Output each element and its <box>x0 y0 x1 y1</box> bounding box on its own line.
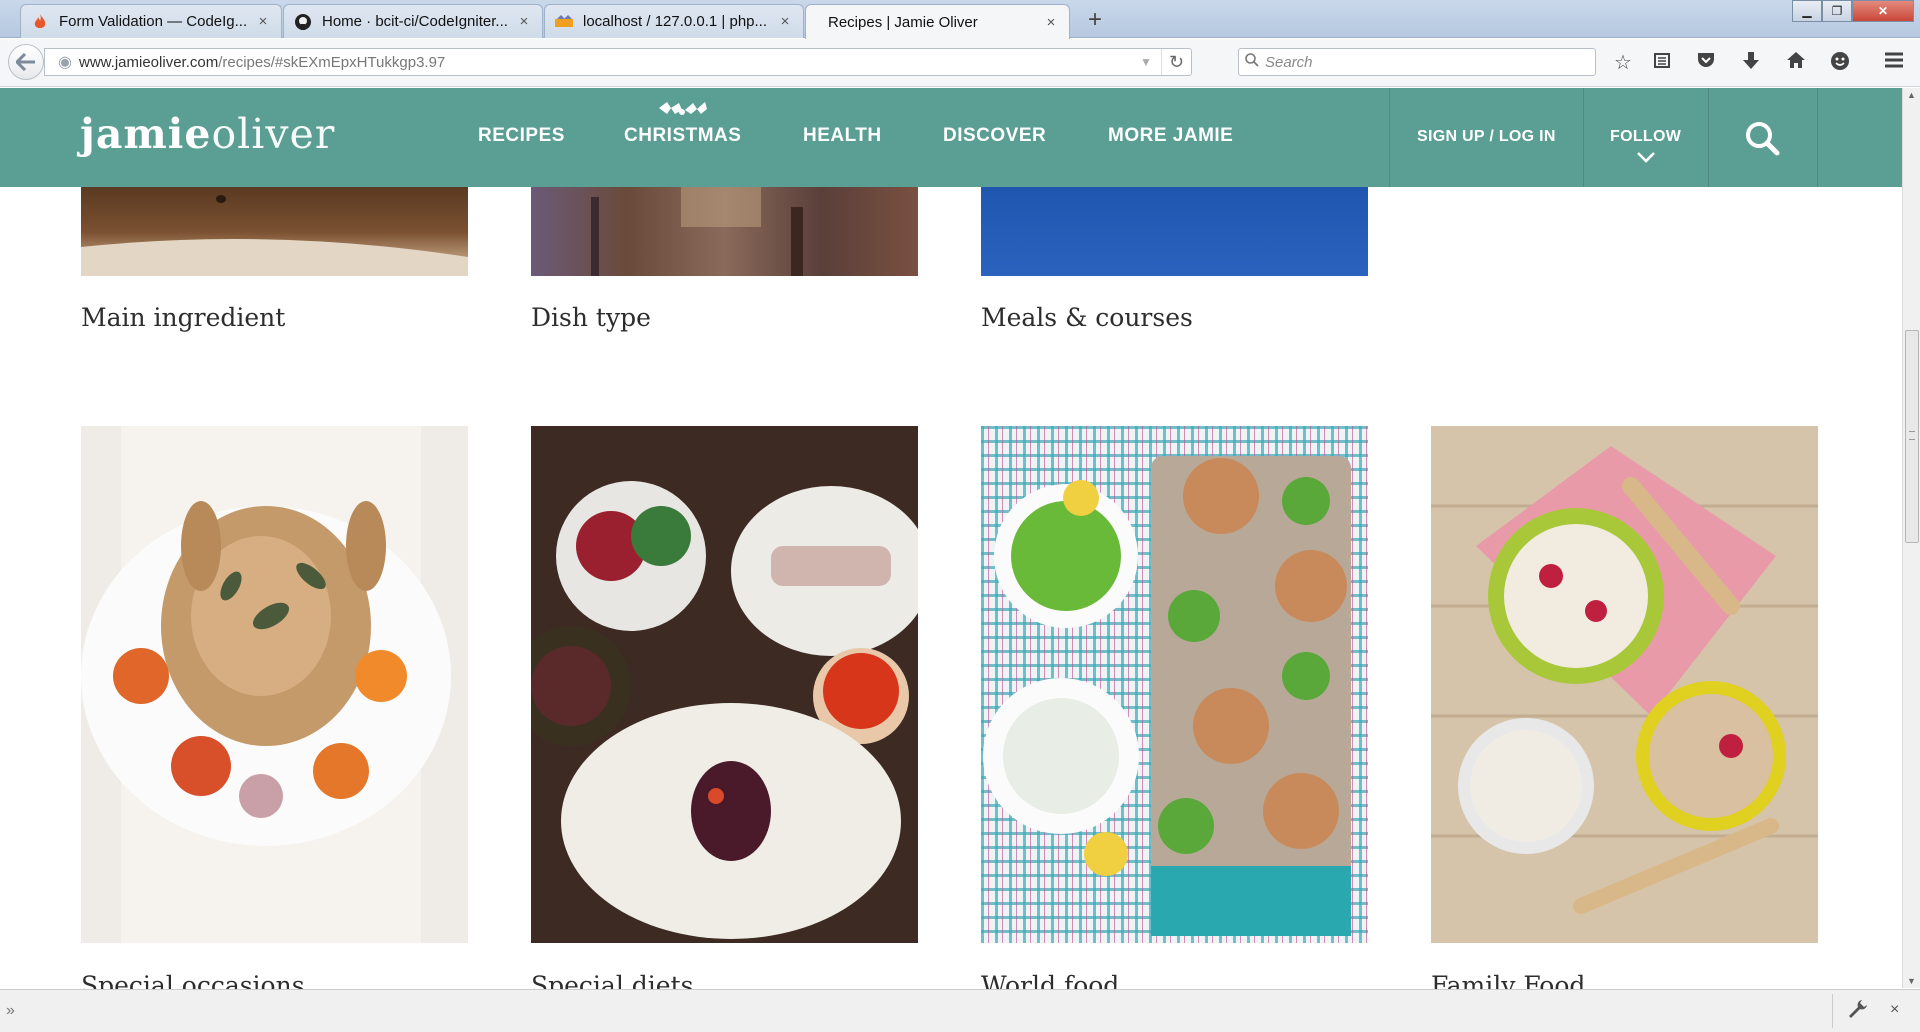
close-icon[interactable]: × <box>1890 1001 1899 1019</box>
tab-label: Home · bcit-ci/CodeIgniter... <box>322 13 508 30</box>
site-header: jamieoliver RECIPES CHRISTMAS HEALTH DIS… <box>0 88 1902 187</box>
browser-tab-bar: Form Validation — CodeIg... × Home · bci… <box>0 0 1920 39</box>
pocket-icon[interactable] <box>1693 51 1719 75</box>
scrollbar-thumb[interactable] <box>1905 330 1919 543</box>
close-icon[interactable]: × <box>1043 14 1059 31</box>
holly-icon <box>659 102 707 115</box>
jamie-oliver-logo[interactable]: jamieoliver <box>80 110 335 158</box>
category-image-special-occasions[interactable] <box>81 426 468 943</box>
page-scrollbar[interactable]: ▲ ▼ <box>1902 88 1920 988</box>
category-title[interactable]: Special diets <box>531 971 693 989</box>
close-icon[interactable]: × <box>777 13 793 30</box>
header-divider <box>1389 88 1390 187</box>
url-text[interactable]: www.jamieoliver.com/recipes/#skEXmEpxHTu… <box>79 54 1131 71</box>
tab-form-validation[interactable]: Form Validation — CodeIg... × <box>20 4 282 38</box>
tab-label: localhost / 127.0.0.1 | php... <box>583 13 768 30</box>
url-path: /recipes/#skEXmEpxHTukkgp3.97 <box>218 53 446 71</box>
tab-phpmyadmin[interactable]: localhost / 127.0.0.1 | php... × <box>544 4 804 38</box>
recipe-categories: Main ingredient Dish type Meals & course… <box>0 187 1902 989</box>
address-bar[interactable]: ◉ www.jamieoliver.com/recipes/#skEXmEpxH… <box>44 48 1192 76</box>
menu-icon[interactable] <box>1881 51 1907 75</box>
url-host: www.jamieoliver.com <box>79 53 219 71</box>
minimize-button[interactable]: ▁ <box>1792 0 1822 22</box>
search-icon <box>1239 53 1265 71</box>
maximize-button[interactable]: ❐ <box>1822 0 1852 22</box>
globe-icon: ◉ <box>58 54 72 71</box>
arrow-left-icon <box>16 53 35 71</box>
nav-recipes[interactable]: RECIPES <box>478 125 565 147</box>
logo-bold: jamie <box>80 110 212 158</box>
home-icon[interactable] <box>1783 51 1809 75</box>
category-title[interactable]: Main ingredient <box>81 303 285 332</box>
tab-recipes[interactable]: Recipes | Jamie Oliver × <box>805 4 1070 39</box>
nav-christmas[interactable]: CHRISTMAS <box>624 125 741 147</box>
chevron-down-icon[interactable]: ▼ <box>1131 55 1161 69</box>
back-button[interactable] <box>8 44 44 80</box>
category-image-special-diets[interactable] <box>531 426 918 943</box>
tab-github[interactable]: Home · bcit-ci/CodeIgniter... × <box>283 4 543 38</box>
category-title[interactable]: Family Food <box>1431 971 1585 989</box>
header-divider <box>1817 88 1818 187</box>
search-input[interactable] <box>1265 53 1595 71</box>
category-title[interactable]: Special occasions <box>81 971 305 989</box>
header-divider <box>1708 88 1709 187</box>
download-icon[interactable] <box>1738 51 1764 75</box>
social-icon[interactable] <box>1827 51 1853 75</box>
header-divider <box>1583 88 1584 187</box>
close-icon[interactable]: × <box>255 13 271 30</box>
category-image-main-ingredient[interactable] <box>81 187 468 276</box>
search-icon[interactable] <box>1744 120 1780 156</box>
nav-discover[interactable]: DISCOVER <box>943 125 1046 147</box>
nav-more-jamie[interactable]: MORE JAMIE <box>1108 125 1233 147</box>
phpmyadmin-icon <box>555 13 573 31</box>
double-chevron-right-icon[interactable]: » <box>6 1002 15 1020</box>
browser-search-box[interactable] <box>1238 48 1596 76</box>
scroll-up-arrow-icon[interactable]: ▲ <box>1907 90 1916 100</box>
category-image-dish-type[interactable] <box>531 187 918 276</box>
reload-icon[interactable]: ↻ <box>1161 49 1191 75</box>
category-image-world-food[interactable] <box>981 426 1368 943</box>
sign-up-login-link[interactable]: SIGN UP / LOG IN <box>1417 128 1556 146</box>
close-icon[interactable]: × <box>516 13 532 30</box>
category-title[interactable]: World food <box>981 971 1119 989</box>
chevron-down-icon <box>1637 152 1655 163</box>
scroll-down-arrow-icon[interactable]: ▼ <box>1907 976 1916 986</box>
category-title[interactable]: Dish type <box>531 303 651 332</box>
category-title[interactable]: Meals & courses <box>981 303 1193 332</box>
window-close-button[interactable]: ✕ <box>1852 0 1914 22</box>
github-icon <box>294 13 312 31</box>
follow-button[interactable]: FOLLOW <box>1610 128 1681 146</box>
bookmark-star-icon[interactable]: ☆ <box>1610 51 1636 75</box>
tab-label: Recipes | Jamie Oliver <box>828 13 978 31</box>
logo-light: oliver <box>211 110 336 158</box>
tab-label: Form Validation — CodeIg... <box>59 13 248 30</box>
category-image-meals-courses[interactable] <box>981 187 1368 276</box>
browser-navigation-bar: ◉ www.jamieoliver.com/recipes/#skEXmEpxH… <box>0 39 1920 87</box>
nav-health[interactable]: HEALTH <box>803 125 882 147</box>
category-image-family-food[interactable] <box>1431 426 1818 943</box>
addon-bar: » × <box>0 989 1920 1032</box>
wrench-icon[interactable] <box>1848 999 1868 1025</box>
new-tab-button[interactable]: + <box>1082 6 1108 34</box>
grip-icon <box>1909 431 1915 440</box>
reading-list-icon[interactable] <box>1649 51 1675 75</box>
flame-icon <box>31 13 49 31</box>
divider <box>1832 994 1833 1028</box>
